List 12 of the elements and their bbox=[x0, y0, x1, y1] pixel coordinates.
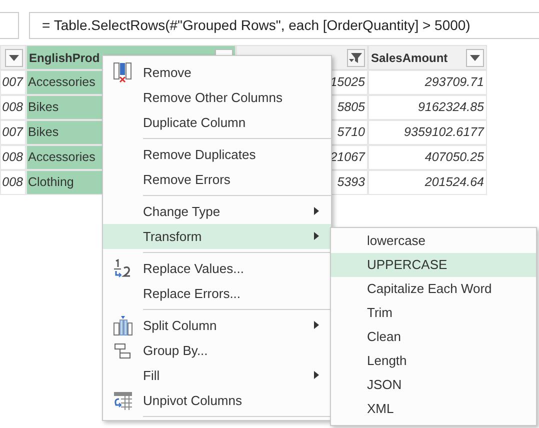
table-cell: 9162324.85 bbox=[368, 95, 487, 120]
table-cell: 201524.64 bbox=[368, 170, 487, 195]
table-cell: 9359102.6177 bbox=[368, 120, 487, 145]
table-cell: 008 bbox=[0, 95, 26, 120]
column-title: EnglishProd bbox=[29, 50, 100, 64]
table-cell: 007 bbox=[0, 70, 26, 95]
table-cell: 407050.25 bbox=[368, 145, 487, 170]
column-title: SalesAmount bbox=[371, 50, 448, 64]
table-cell: 008 bbox=[0, 170, 26, 195]
table-cell: 007 bbox=[0, 120, 26, 145]
table-cell: 293709.71 bbox=[368, 70, 487, 95]
table-cell: 008 bbox=[0, 145, 26, 170]
